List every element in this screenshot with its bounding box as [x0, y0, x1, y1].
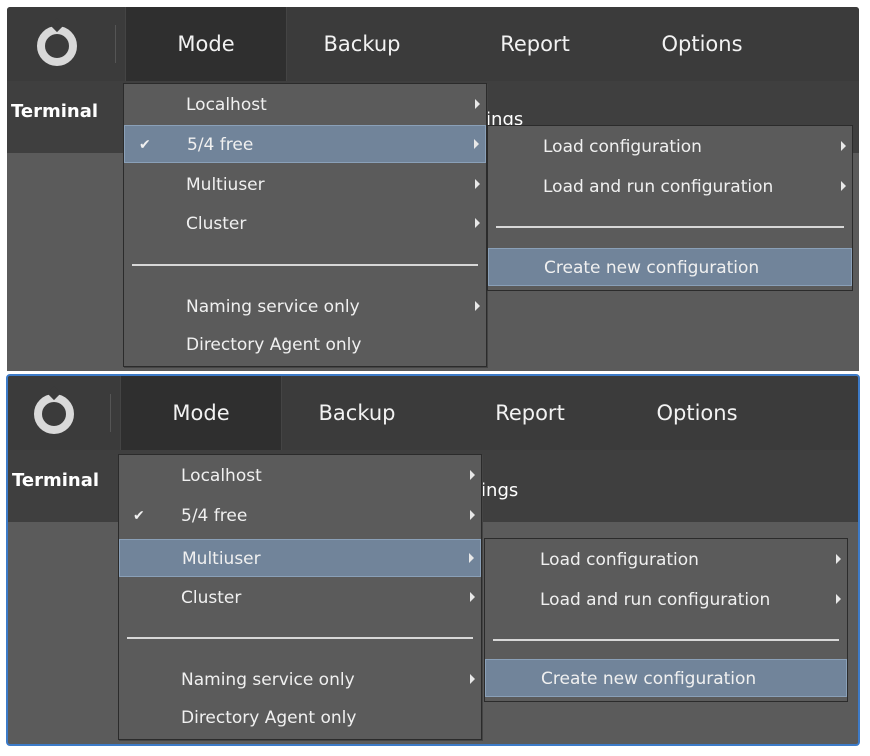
logo-separator	[110, 394, 111, 432]
menu-separator	[132, 264, 478, 266]
configuration-submenu: Load configuration Load and run configur…	[484, 538, 848, 702]
submenu-separator	[493, 639, 839, 641]
submenu-load-and-run-configuration[interactable]: Load and run configuration	[488, 168, 852, 206]
submenu-item-label: Create new configuration	[541, 669, 757, 689]
menu-report[interactable]: Report	[475, 7, 595, 81]
submenu-item-label: Create new configuration	[544, 258, 760, 278]
screenshot-panel-bottom: Mode Backup Report Options Terminal ting…	[6, 374, 860, 746]
menu-item-label: Multiuser	[186, 175, 265, 195]
submenu-separator	[496, 226, 844, 228]
menu-item-label: Multiuser	[182, 549, 261, 569]
chevron-right-icon	[475, 301, 480, 311]
chevron-right-icon	[841, 181, 846, 191]
chevron-right-icon	[475, 179, 480, 189]
submenu-item-label: Load and run configuration	[543, 177, 774, 197]
menu-item-directory-agent-only[interactable]: Directory Agent only	[124, 326, 486, 364]
menu-options[interactable]: Options	[632, 376, 762, 450]
submenu-item-label: Load configuration	[540, 550, 699, 570]
chevron-right-icon	[470, 510, 475, 520]
menu-item-label: Directory Agent only	[186, 335, 362, 355]
chevron-right-icon	[836, 594, 841, 604]
submenu-load-configuration[interactable]: Load configuration	[485, 541, 847, 579]
mode-dropdown: Localhost ✔ 5/4 free Multiuser Cluster N…	[118, 454, 482, 740]
menu-separator	[127, 637, 473, 639]
submenu-load-and-run-configuration[interactable]: Load and run configuration	[485, 581, 847, 619]
submenu-create-new-configuration[interactable]: Create new configuration	[485, 659, 847, 697]
screenshot-panel-top: Mode Backup Report Options Terminal ting…	[7, 7, 859, 371]
chevron-right-icon	[474, 139, 479, 149]
menu-item-naming-service-only[interactable]: Naming service only	[119, 661, 481, 699]
chevron-right-icon	[470, 592, 475, 602]
chevron-right-icon	[475, 99, 480, 109]
menu-item-localhost[interactable]: Localhost	[124, 86, 486, 124]
configuration-submenu: Load configuration Load and run configur…	[487, 125, 853, 291]
menu-mode[interactable]: Mode	[125, 7, 287, 81]
menu-item-multiuser[interactable]: Multiuser	[119, 539, 481, 577]
menu-item-54-free[interactable]: ✔ 5/4 free	[119, 497, 481, 535]
menu-item-cluster[interactable]: Cluster	[119, 579, 481, 617]
menu-backup[interactable]: Backup	[297, 7, 427, 81]
menu-item-label: Cluster	[186, 214, 247, 234]
menu-item-directory-agent-only[interactable]: Directory Agent only	[119, 699, 481, 737]
checkmark-icon: ✔	[133, 508, 145, 524]
submenu-item-label: Load and run configuration	[540, 590, 771, 610]
chevron-right-icon	[841, 141, 846, 151]
mode-dropdown: Localhost ✔ 5/4 free Multiuser Cluster N…	[123, 83, 487, 367]
menu-options[interactable]: Options	[637, 7, 767, 81]
submenu-load-configuration[interactable]: Load configuration	[488, 128, 852, 166]
top-menu-bar: Mode Backup Report Options	[8, 376, 858, 450]
menu-item-cluster[interactable]: Cluster	[124, 205, 486, 243]
menu-item-label: 5/4 free	[187, 135, 254, 155]
menu-item-label: Localhost	[181, 466, 262, 486]
menu-item-localhost[interactable]: Localhost	[119, 457, 481, 495]
submenu-item-label: Load configuration	[543, 137, 702, 157]
menu-report[interactable]: Report	[470, 376, 590, 450]
menu-item-label: Cluster	[181, 588, 242, 608]
checkmark-icon: ✔	[139, 137, 151, 153]
menu-item-label: Naming service only	[186, 297, 360, 317]
chevron-right-icon	[475, 218, 480, 228]
menu-item-naming-service-only[interactable]: Naming service only	[124, 288, 486, 326]
menu-item-multiuser[interactable]: Multiuser	[124, 166, 486, 204]
chevron-right-icon	[470, 674, 475, 684]
menu-item-label: 5/4 free	[181, 506, 248, 526]
chevron-right-icon	[470, 470, 475, 480]
chevron-right-icon	[469, 553, 474, 563]
app-logo[interactable]	[8, 376, 116, 450]
submenu-create-new-configuration[interactable]: Create new configuration	[488, 248, 852, 286]
logo-separator	[115, 25, 116, 63]
terminal-label[interactable]: Terminal	[11, 101, 98, 122]
menu-item-54-free[interactable]: ✔ 5/4 free	[124, 125, 486, 163]
menu-mode[interactable]: Mode	[120, 376, 282, 450]
top-menu-bar: Mode Backup Report Options	[7, 7, 859, 81]
app-logo[interactable]	[7, 7, 115, 81]
menu-item-label: Naming service only	[181, 670, 355, 690]
menu-backup[interactable]: Backup	[292, 376, 422, 450]
menu-item-label: Directory Agent only	[181, 708, 357, 728]
terminal-label[interactable]: Terminal	[12, 470, 99, 491]
chevron-right-icon	[836, 554, 841, 564]
menu-item-label: Localhost	[186, 95, 267, 115]
